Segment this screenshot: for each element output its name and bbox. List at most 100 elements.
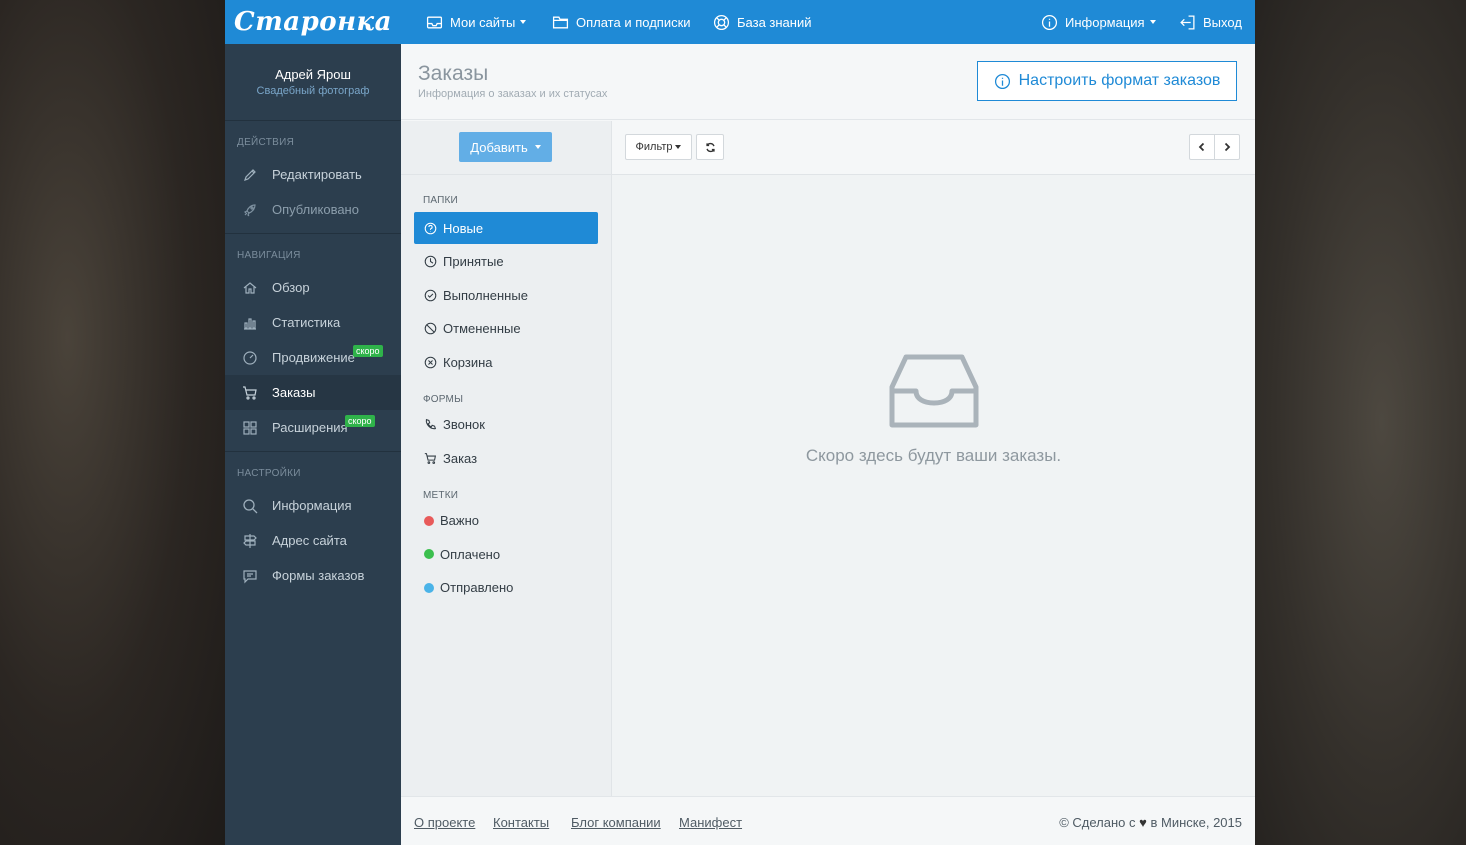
sidebar-item-published[interactable]: Опубликовано <box>225 192 401 227</box>
footer-link-contacts[interactable]: Контакты <box>493 815 549 830</box>
tag-important[interactable]: Важно <box>414 505 598 537</box>
caret-down-icon <box>1149 20 1156 24</box>
sidebar-item-label: Расширения <box>272 420 348 435</box>
profile-name: Адрей Ярош <box>275 67 351 82</box>
sidebar-item-order-forms[interactable]: Формы заказов <box>225 558 401 593</box>
folder-label: Отмененные <box>443 321 521 336</box>
folder-cancelled[interactable]: Отмененные <box>414 313 598 345</box>
folder-label: Новые <box>443 220 484 236</box>
folder-label: Выполненные <box>443 287 528 303</box>
refresh-button[interactable] <box>696 134 724 160</box>
button-label: Настроить формат заказов <box>1018 72 1221 89</box>
sidebar-item-edit[interactable]: Редактировать <box>225 157 401 192</box>
chevron-left-icon <box>1198 142 1205 152</box>
grid-icon <box>243 420 257 435</box>
inbox-tray-icon <box>889 354 978 428</box>
check-circle-icon <box>424 289 437 301</box>
folder-label: Принятые <box>443 254 504 269</box>
sidebar-item-label: Продвижение <box>272 350 355 365</box>
footer: О проекте Контакты Блог компании Манифес… <box>401 796 1255 845</box>
configure-order-format-button[interactable]: Настроить формат заказов <box>977 61 1237 101</box>
menu-payments[interactable]: Оплата и подписки <box>552 0 691 44</box>
pencil-icon <box>244 168 256 181</box>
soon-badge: скоро <box>345 415 375 427</box>
bar-chart-icon <box>244 317 256 330</box>
section-title-navigation: Навигация <box>237 250 301 261</box>
folders-panel: Добавить Папки Новые Принятые Выполненны… <box>401 121 612 796</box>
form-order[interactable]: Заказ <box>414 442 598 474</box>
page-title: Заказы <box>418 62 489 85</box>
background-left <box>0 0 225 845</box>
sidebar: Старонка Адрей Ярош Свадебный фотограф Д… <box>225 0 401 845</box>
top-bar: Мои сайты Оплата и подписки База знаний … <box>401 0 1255 44</box>
caret-down-icon <box>675 145 682 149</box>
clock-icon <box>424 255 437 268</box>
section-title-actions: Действия <box>237 137 295 148</box>
tag-label: Отправлено <box>440 580 514 595</box>
button-label: Добавить <box>470 139 528 155</box>
folder-trash[interactable]: Корзина <box>414 346 598 378</box>
sidebar-item-orders[interactable]: Заказы <box>225 375 401 410</box>
sidebar-item-promotion[interactable]: Продвижение скоро <box>225 340 401 375</box>
sidebar-item-site-address[interactable]: Адрес сайта <box>225 523 401 558</box>
group-title-tags: Метки <box>423 489 459 501</box>
tag-label: Оплачено <box>440 546 501 562</box>
sidebar-item-statistics[interactable]: Статистика <box>225 305 401 340</box>
menu-my-sites[interactable]: Мои сайты <box>426 0 527 44</box>
menu-information[interactable]: Информация <box>1041 0 1156 44</box>
rocket-icon <box>243 203 256 216</box>
form-call[interactable]: Звонок <box>414 409 598 441</box>
gauge-icon <box>243 350 257 365</box>
tag-color-dot <box>424 549 434 559</box>
filter-button[interactable]: Фильтр <box>625 134 692 160</box>
menu-knowledge-base[interactable]: База знаний <box>713 0 812 44</box>
sidebar-item-label: Заказы <box>272 385 316 400</box>
folder-completed[interactable]: Выполненные <box>414 279 598 311</box>
background-right <box>1255 0 1466 845</box>
menu-label: База знаний <box>737 14 812 30</box>
prev-page-button[interactable] <box>1189 134 1215 160</box>
refresh-icon <box>705 142 715 152</box>
footer-link-about[interactable]: О проекте <box>414 815 475 830</box>
copyright-pre: © Сделано с <box>1059 815 1136 830</box>
tag-paid[interactable]: Оплачено <box>414 538 598 570</box>
group-title-forms: Формы <box>423 393 464 405</box>
menu-label: Информация <box>1065 14 1145 30</box>
ban-icon <box>424 322 437 335</box>
sidebar-item-label: Обзор <box>272 280 310 295</box>
menu-label: Выход <box>1203 14 1242 30</box>
sidebar-item-label: Статистика <box>272 315 341 330</box>
menu-label: Оплата и подписки <box>576 14 691 30</box>
add-button[interactable]: Добавить <box>459 132 552 162</box>
section-title-settings: Настройки <box>237 468 301 479</box>
folder-icon <box>552 16 569 28</box>
logout-button[interactable]: Выход <box>1179 0 1242 44</box>
copyright-post: в Минске, 2015 <box>1150 815 1243 830</box>
folder-new[interactable]: Новые <box>414 212 598 244</box>
sidebar-item-label: Информация <box>272 498 352 513</box>
menu-label: Мои сайты <box>450 14 516 30</box>
heart-icon: ♥ <box>1139 815 1147 830</box>
page-header: Заказы Информация о заказах и их статуса… <box>401 44 1255 120</box>
sidebar-item-extensions[interactable]: Расширения скоро <box>225 410 401 445</box>
folder-label: Корзина <box>443 354 493 370</box>
chat-icon <box>243 569 257 583</box>
next-page-button[interactable] <box>1214 134 1240 160</box>
sidebar-item-label: Адрес сайта <box>272 533 347 548</box>
sidebar-item-information[interactable]: Информация <box>225 488 401 523</box>
profile: Адрей Ярош Свадебный фотограф <box>225 44 401 121</box>
logo-text: Старонка <box>234 7 392 37</box>
app-window: Старонка Адрей Ярош Свадебный фотограф Д… <box>225 0 1255 845</box>
empty-state-text: Скоро здесь будут ваши заказы. <box>805 446 1062 465</box>
x-circle-icon <box>424 356 437 368</box>
folder-accepted[interactable]: Принятые <box>414 246 598 278</box>
phone-icon <box>425 418 437 430</box>
soon-badge: скоро <box>353 345 383 357</box>
sidebar-item-overview[interactable]: Обзор <box>225 270 401 305</box>
tag-label: Важно <box>440 513 480 528</box>
tag-sent[interactable]: Отправлено <box>414 572 598 604</box>
sidebar-item-label: Опубликовано <box>272 202 359 217</box>
footer-link-blog[interactable]: Блог компании <box>571 815 661 830</box>
footer-link-manifesto[interactable]: Манифест <box>679 815 742 830</box>
logo[interactable]: Старонка <box>225 0 401 44</box>
